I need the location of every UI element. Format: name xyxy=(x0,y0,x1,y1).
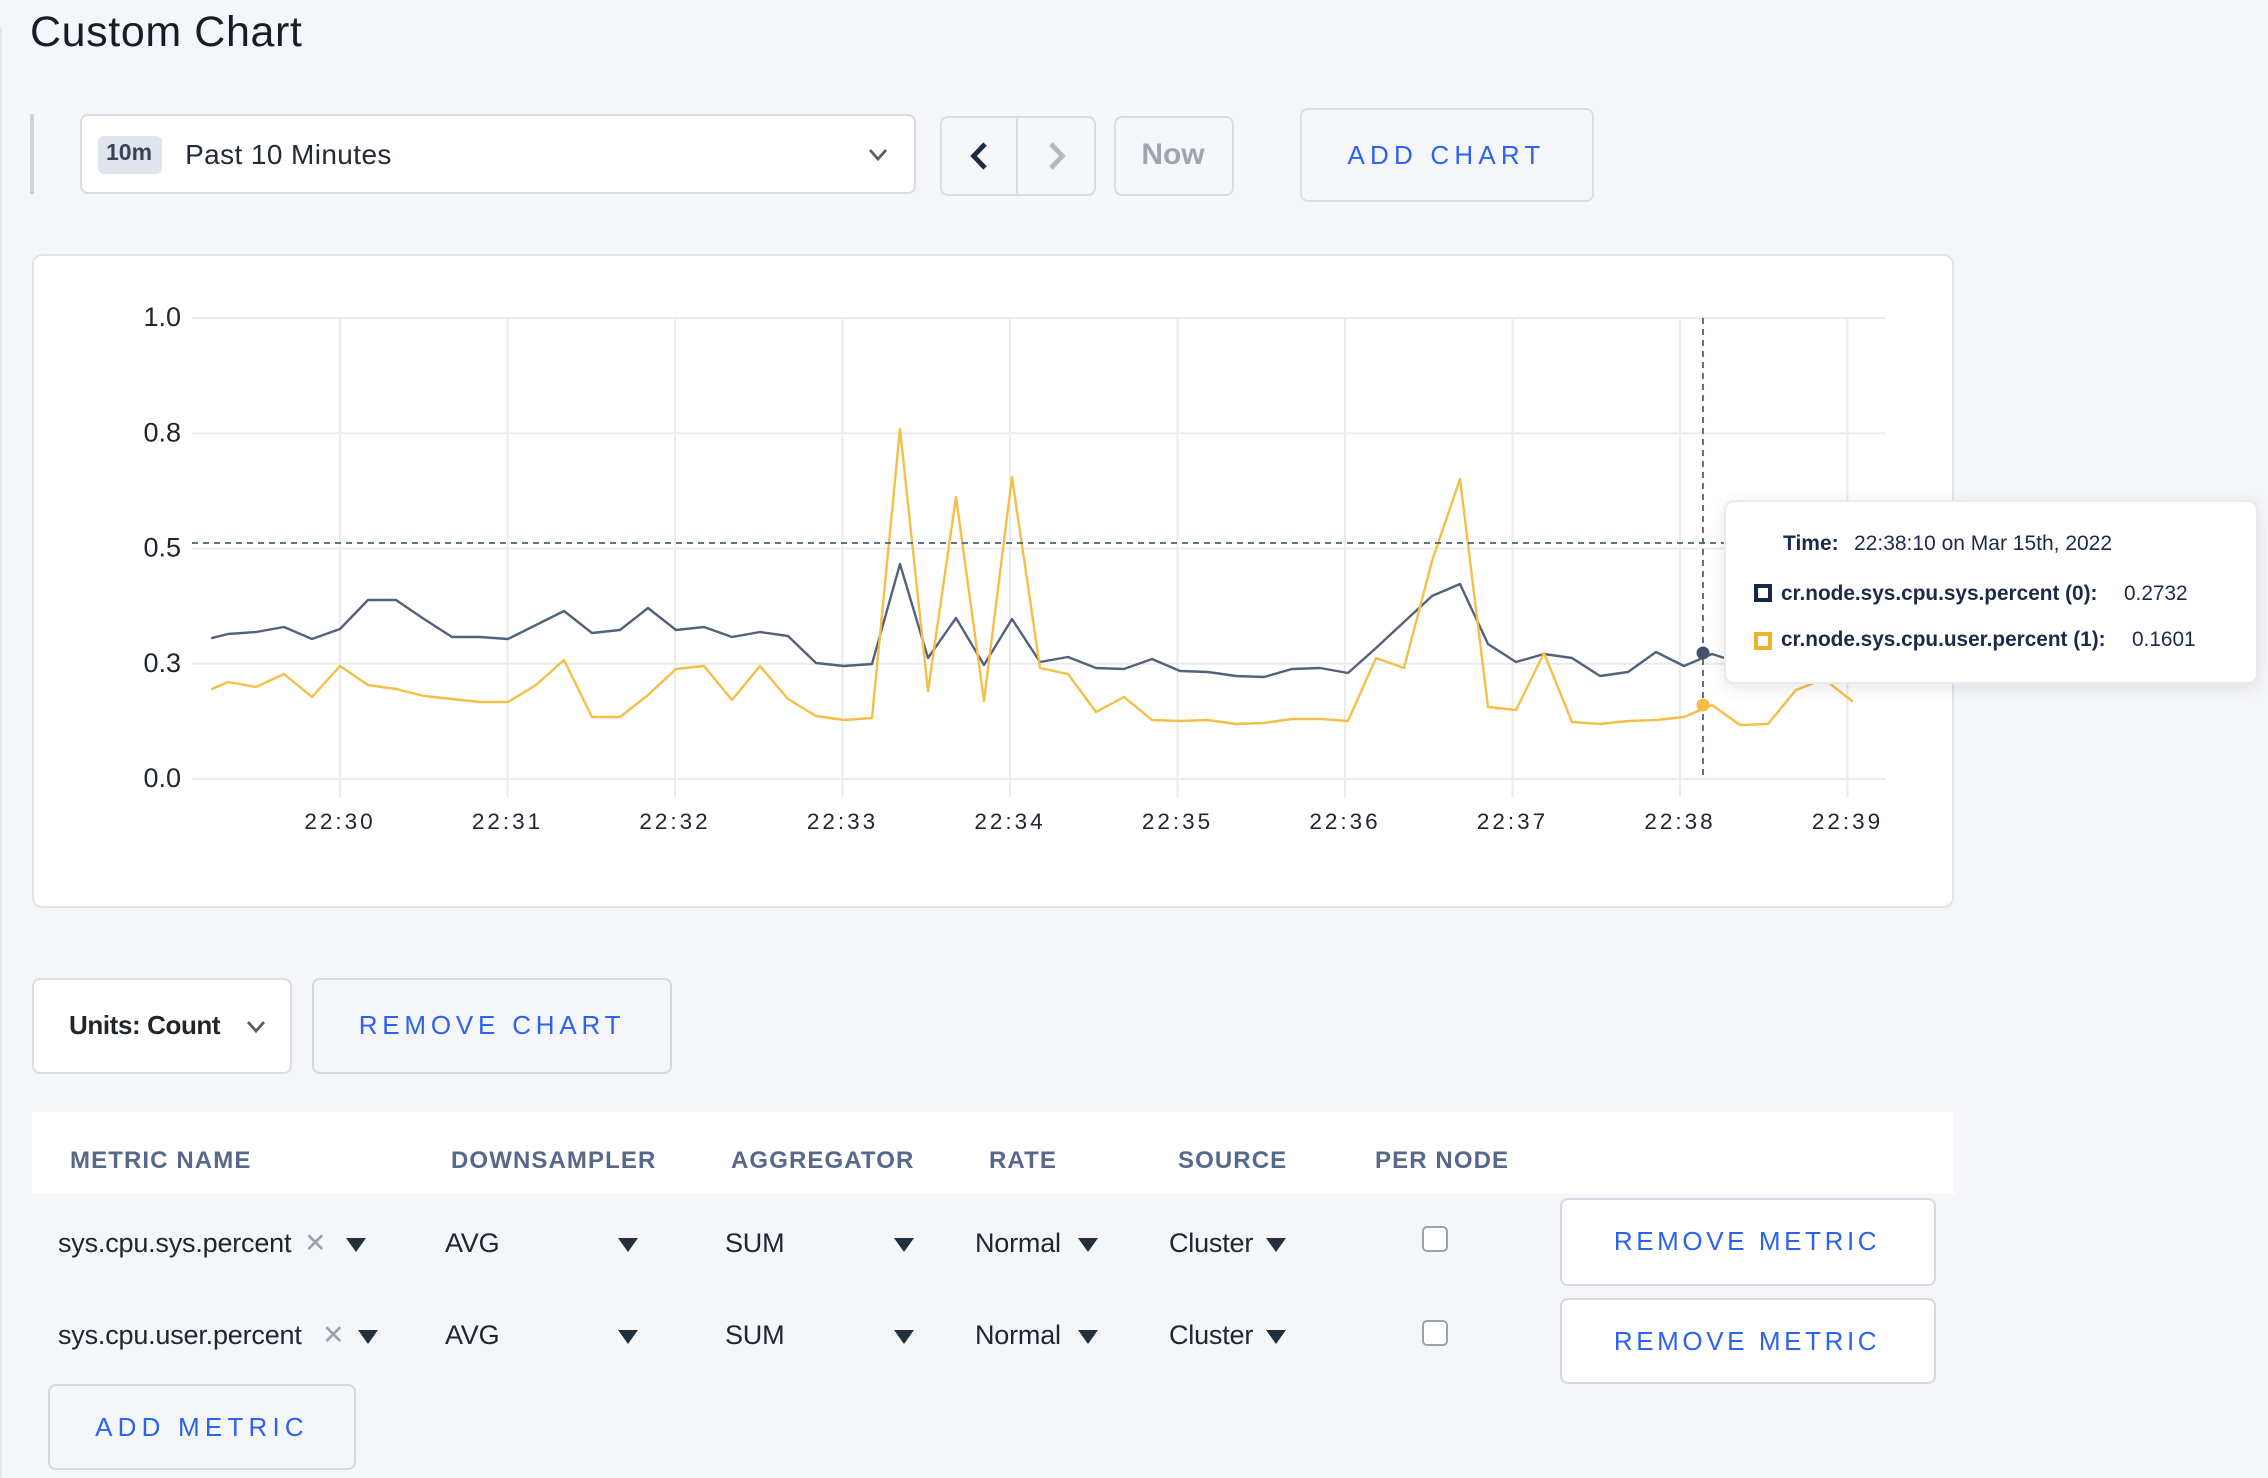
svg-text:22:36: 22:36 xyxy=(1308,808,1379,833)
svg-text:22:33: 22:33 xyxy=(806,808,877,833)
svg-text:1.0: 1.0 xyxy=(142,301,180,331)
svg-text:0.5: 0.5 xyxy=(142,532,180,562)
svg-text:22:37: 22:37 xyxy=(1476,808,1547,833)
svg-text:22:32: 22:32 xyxy=(638,808,709,833)
svg-text:22:35: 22:35 xyxy=(1141,808,1212,833)
svg-text:22:38: 22:38 xyxy=(1643,808,1714,833)
svg-text:0.3: 0.3 xyxy=(142,647,180,677)
svg-text:22:30: 22:30 xyxy=(303,808,374,833)
svg-text:22:34: 22:34 xyxy=(973,808,1044,833)
svg-text:22:31: 22:31 xyxy=(471,808,542,833)
svg-text:0.8: 0.8 xyxy=(142,416,180,446)
svg-text:0.0: 0.0 xyxy=(142,762,180,792)
svg-text:22:39: 22:39 xyxy=(1811,808,1882,833)
